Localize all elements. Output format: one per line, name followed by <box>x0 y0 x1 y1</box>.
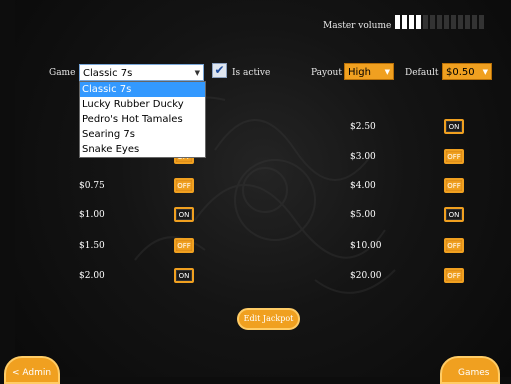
denomination-toggle[interactable]: OFF <box>444 238 464 253</box>
volume-segment[interactable] <box>402 15 407 29</box>
game-option[interactable]: Searing 7s <box>80 127 205 142</box>
denomination-amount: $5.00 <box>350 210 376 220</box>
payout-label: Payout <box>311 68 342 78</box>
is-active-label: Is active <box>232 68 271 78</box>
game-option[interactable]: Pedro's Hot Tamales <box>80 112 205 127</box>
volume-segment[interactable] <box>465 15 470 29</box>
denomination-amount: $0.75 <box>79 181 105 191</box>
checkmark-icon: ✔ <box>214 63 225 77</box>
game-option[interactable]: Snake Eyes <box>80 142 205 157</box>
master-volume-slider[interactable] <box>395 15 484 29</box>
default-select-value: $0.50 <box>446 67 475 78</box>
app-frame: Master volume Game Classic 7s ▼ ✔ Is act… <box>15 0 511 377</box>
volume-segment[interactable] <box>423 15 428 29</box>
volume-segment[interactable] <box>409 15 414 29</box>
payout-select-value: High <box>348 67 371 78</box>
volume-segment[interactable] <box>430 15 435 29</box>
denomination-amount: $4.00 <box>350 181 376 191</box>
chevron-down-icon: ▼ <box>194 69 200 77</box>
default-label: Default <box>405 68 439 78</box>
game-option[interactable]: Lucky Rubber Ducky <box>80 97 205 112</box>
denomination-toggle[interactable]: ON <box>174 207 194 222</box>
denomination-toggle[interactable]: OFF <box>444 268 464 283</box>
denomination-toggle[interactable]: OFF <box>444 178 464 193</box>
denomination-toggle[interactable]: ON <box>174 268 194 283</box>
denomination-amount: $3.00 <box>350 152 376 162</box>
denomination-amount: $1.00 <box>79 210 105 220</box>
denomination-toggle[interactable]: OFF <box>174 238 194 253</box>
volume-segment[interactable] <box>437 15 442 29</box>
denomination-amount: $1.50 <box>79 241 105 251</box>
game-label: Game <box>49 68 76 78</box>
denomination-toggle[interactable]: ON <box>444 119 464 134</box>
default-select[interactable]: $0.50 ▼ <box>442 63 492 80</box>
denomination-amount: $10.00 <box>350 241 382 251</box>
master-volume-label: Master volume <box>323 21 392 31</box>
chevron-down-icon: ▼ <box>384 68 390 76</box>
is-active-checkbox[interactable]: ✔ <box>212 63 227 78</box>
denomination-toggle[interactable]: ON <box>444 207 464 222</box>
denomination-amount: $2.50 <box>350 122 376 132</box>
admin-button[interactable]: < Admin <box>4 356 60 384</box>
game-select-value: Classic 7s <box>83 68 133 79</box>
chevron-down-icon: ▼ <box>482 68 488 76</box>
volume-segment[interactable] <box>416 15 421 29</box>
game-option[interactable]: Classic 7s <box>80 82 205 97</box>
volume-segment[interactable] <box>451 15 456 29</box>
denomination-amount: $2.00 <box>79 271 105 281</box>
game-dropdown-list: Classic 7s Lucky Rubber Ducky Pedro's Hot … <box>79 81 206 158</box>
games-button[interactable]: Games <box>440 356 500 384</box>
denomination-toggle[interactable]: OFF <box>174 178 194 193</box>
payout-select[interactable]: High ▼ <box>344 63 394 80</box>
volume-segment[interactable] <box>458 15 463 29</box>
game-select[interactable]: Classic 7s ▼ <box>79 64 204 81</box>
volume-segment[interactable] <box>395 15 400 29</box>
volume-segment[interactable] <box>479 15 484 29</box>
denomination-toggle[interactable]: OFF <box>444 149 464 164</box>
edit-jackpot-button[interactable]: Edit Jackpot <box>237 308 300 330</box>
denomination-amount: $20.00 <box>350 271 382 281</box>
volume-segment[interactable] <box>472 15 477 29</box>
volume-segment[interactable] <box>444 15 449 29</box>
